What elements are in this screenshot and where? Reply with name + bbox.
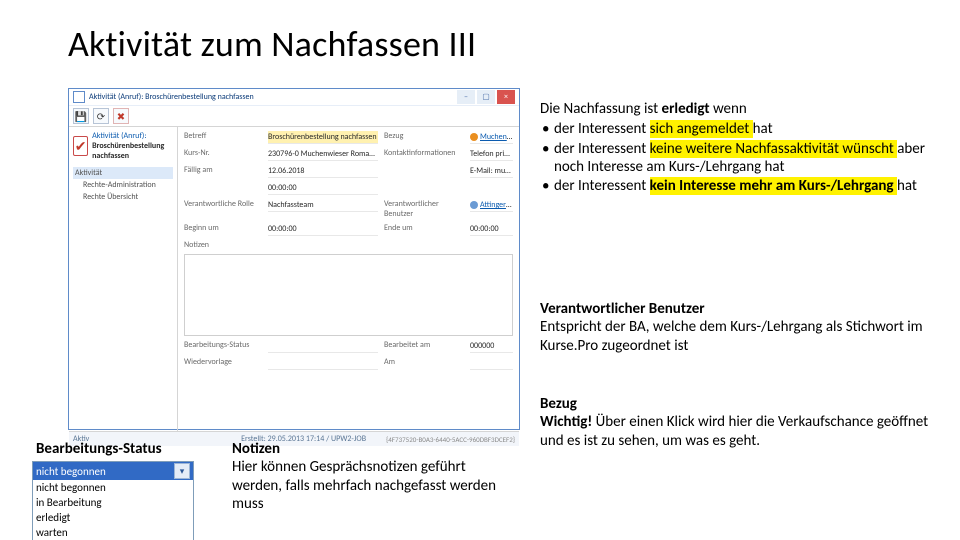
chevron-down-icon[interactable]: ▾ (174, 463, 190, 479)
save-icon[interactable]: 💾 (73, 108, 89, 124)
label-wiedervorlage: Wiedervorlage (184, 357, 262, 370)
value-verantw-user[interactable]: Attinger Nathan (470, 199, 513, 212)
label-verantw-rolle: Verantwortliche Rolle (184, 199, 262, 219)
tree-root[interactable]: Aktivität (73, 167, 173, 179)
label-kontakt: Kontaktinformationen (384, 148, 464, 161)
value-betreff[interactable]: Broschürenbestellung nachfassen (268, 131, 378, 144)
sidebar-subject: Broschürenbestellung nachfassen (92, 141, 173, 161)
dropdown-option[interactable]: warten (33, 525, 193, 540)
value-ende[interactable]: 00:00:00 (470, 223, 513, 236)
sidebar: ✔ Aktivität (Anruf): Broschürenbestellun… (69, 127, 178, 431)
label-betreff: Betreff (184, 131, 262, 144)
right-block-1: Die Nachfassung ist erledigt wenn der In… (540, 100, 938, 196)
value-bearbeitet[interactable]: 000000 (470, 340, 513, 353)
value-phone: Telefon privat: 056 614 01 04 (470, 148, 513, 161)
window-titlebar: Aktivität (Anruf): Broschürenbestellung … (69, 89, 519, 106)
cancel-icon[interactable]: ✖ (113, 108, 129, 124)
dropdown-selected: nicht begonnen ▾ (33, 462, 193, 480)
notizen-block: Notizen Hier können Gesprächsnotizen gef… (232, 440, 512, 513)
label-verantw-user: Verantwortlicher Benutzer (384, 199, 464, 219)
right-block-3: Bezug Wichtig! Über einen Klick wird hie… (540, 395, 938, 450)
maximize-button[interactable]: ▢ (477, 90, 495, 104)
dropdown-option[interactable]: erledigt (33, 510, 193, 525)
window-caption: Aktivität (Anruf): Broschürenbestellung … (89, 92, 254, 102)
label-am: Am (384, 357, 464, 370)
toolbar: 💾 ⟳ ✖ (69, 106, 519, 127)
label-ende: Ende um (384, 223, 464, 236)
dropdown-list: nicht begonnen in Bearbeitung erledigt w… (33, 480, 193, 540)
refresh-icon[interactable]: ⟳ (93, 108, 109, 124)
label-bezug: Bezug (384, 131, 464, 144)
dropdown-heading: Bearbeitungs-Status (36, 440, 162, 458)
label-bearb-status: Bearbeitungs-Status (184, 340, 262, 353)
notes-textarea[interactable] (184, 254, 513, 336)
tree-child[interactable]: Rechte Übersicht (73, 191, 173, 203)
pin-icon (470, 133, 478, 141)
value-wiedervorlage[interactable] (268, 357, 378, 370)
value-email: E-Mail: muchi@gmail.com (470, 165, 513, 178)
value-kursnr[interactable]: 230796-0 Muchenwieser Roman, Fel (268, 148, 378, 161)
user-icon (470, 201, 478, 209)
value-beginn[interactable]: 00:00:00 (268, 223, 378, 236)
status-dropdown[interactable]: nicht begonnen ▾ nicht begonnen in Bearb… (32, 461, 194, 540)
sidebar-activity-label: Aktivität (Anruf): (92, 131, 173, 141)
form: Betreff Broschürenbestellung nachfassen … (178, 127, 519, 431)
value-bearb-status[interactable] (268, 340, 378, 353)
checkmark-icon: ✔ (73, 136, 88, 156)
dropdown-option[interactable]: in Bearbeitung (33, 495, 193, 510)
minimize-button[interactable]: – (457, 90, 475, 104)
tree: Aktivität Rechte-Administration Rechte Ü… (73, 167, 173, 203)
right-block-2: Verantwortlicher Benutzer Entspricht der… (540, 300, 938, 355)
value-rolle[interactable]: Nachfassteam (268, 199, 378, 212)
app-window: Aktivität (Anruf): Broschürenbestellung … (68, 88, 520, 430)
value-faellig[interactable]: 12.06.2018 (268, 165, 378, 178)
app-icon (73, 91, 85, 103)
label-faellig: Fällig am (184, 165, 262, 178)
label-bearbeitet: Bearbeitet am (384, 340, 464, 353)
value-bezug[interactable]: Muchenwieser Roman (470, 131, 513, 144)
label-kursnr: Kurs-Nr. (184, 148, 262, 161)
slide-title: Aktivität zum Nachfassen III (68, 22, 476, 66)
value-am[interactable] (470, 357, 513, 370)
dropdown-option[interactable]: nicht begonnen (33, 480, 193, 495)
value-time1[interactable]: 00:00:00 (268, 182, 378, 195)
tree-child[interactable]: Rechte-Administration (73, 179, 173, 191)
label-notizen: Notizen (184, 240, 262, 250)
close-button[interactable]: × (497, 90, 515, 104)
label-beginn: Beginn um (184, 223, 262, 236)
